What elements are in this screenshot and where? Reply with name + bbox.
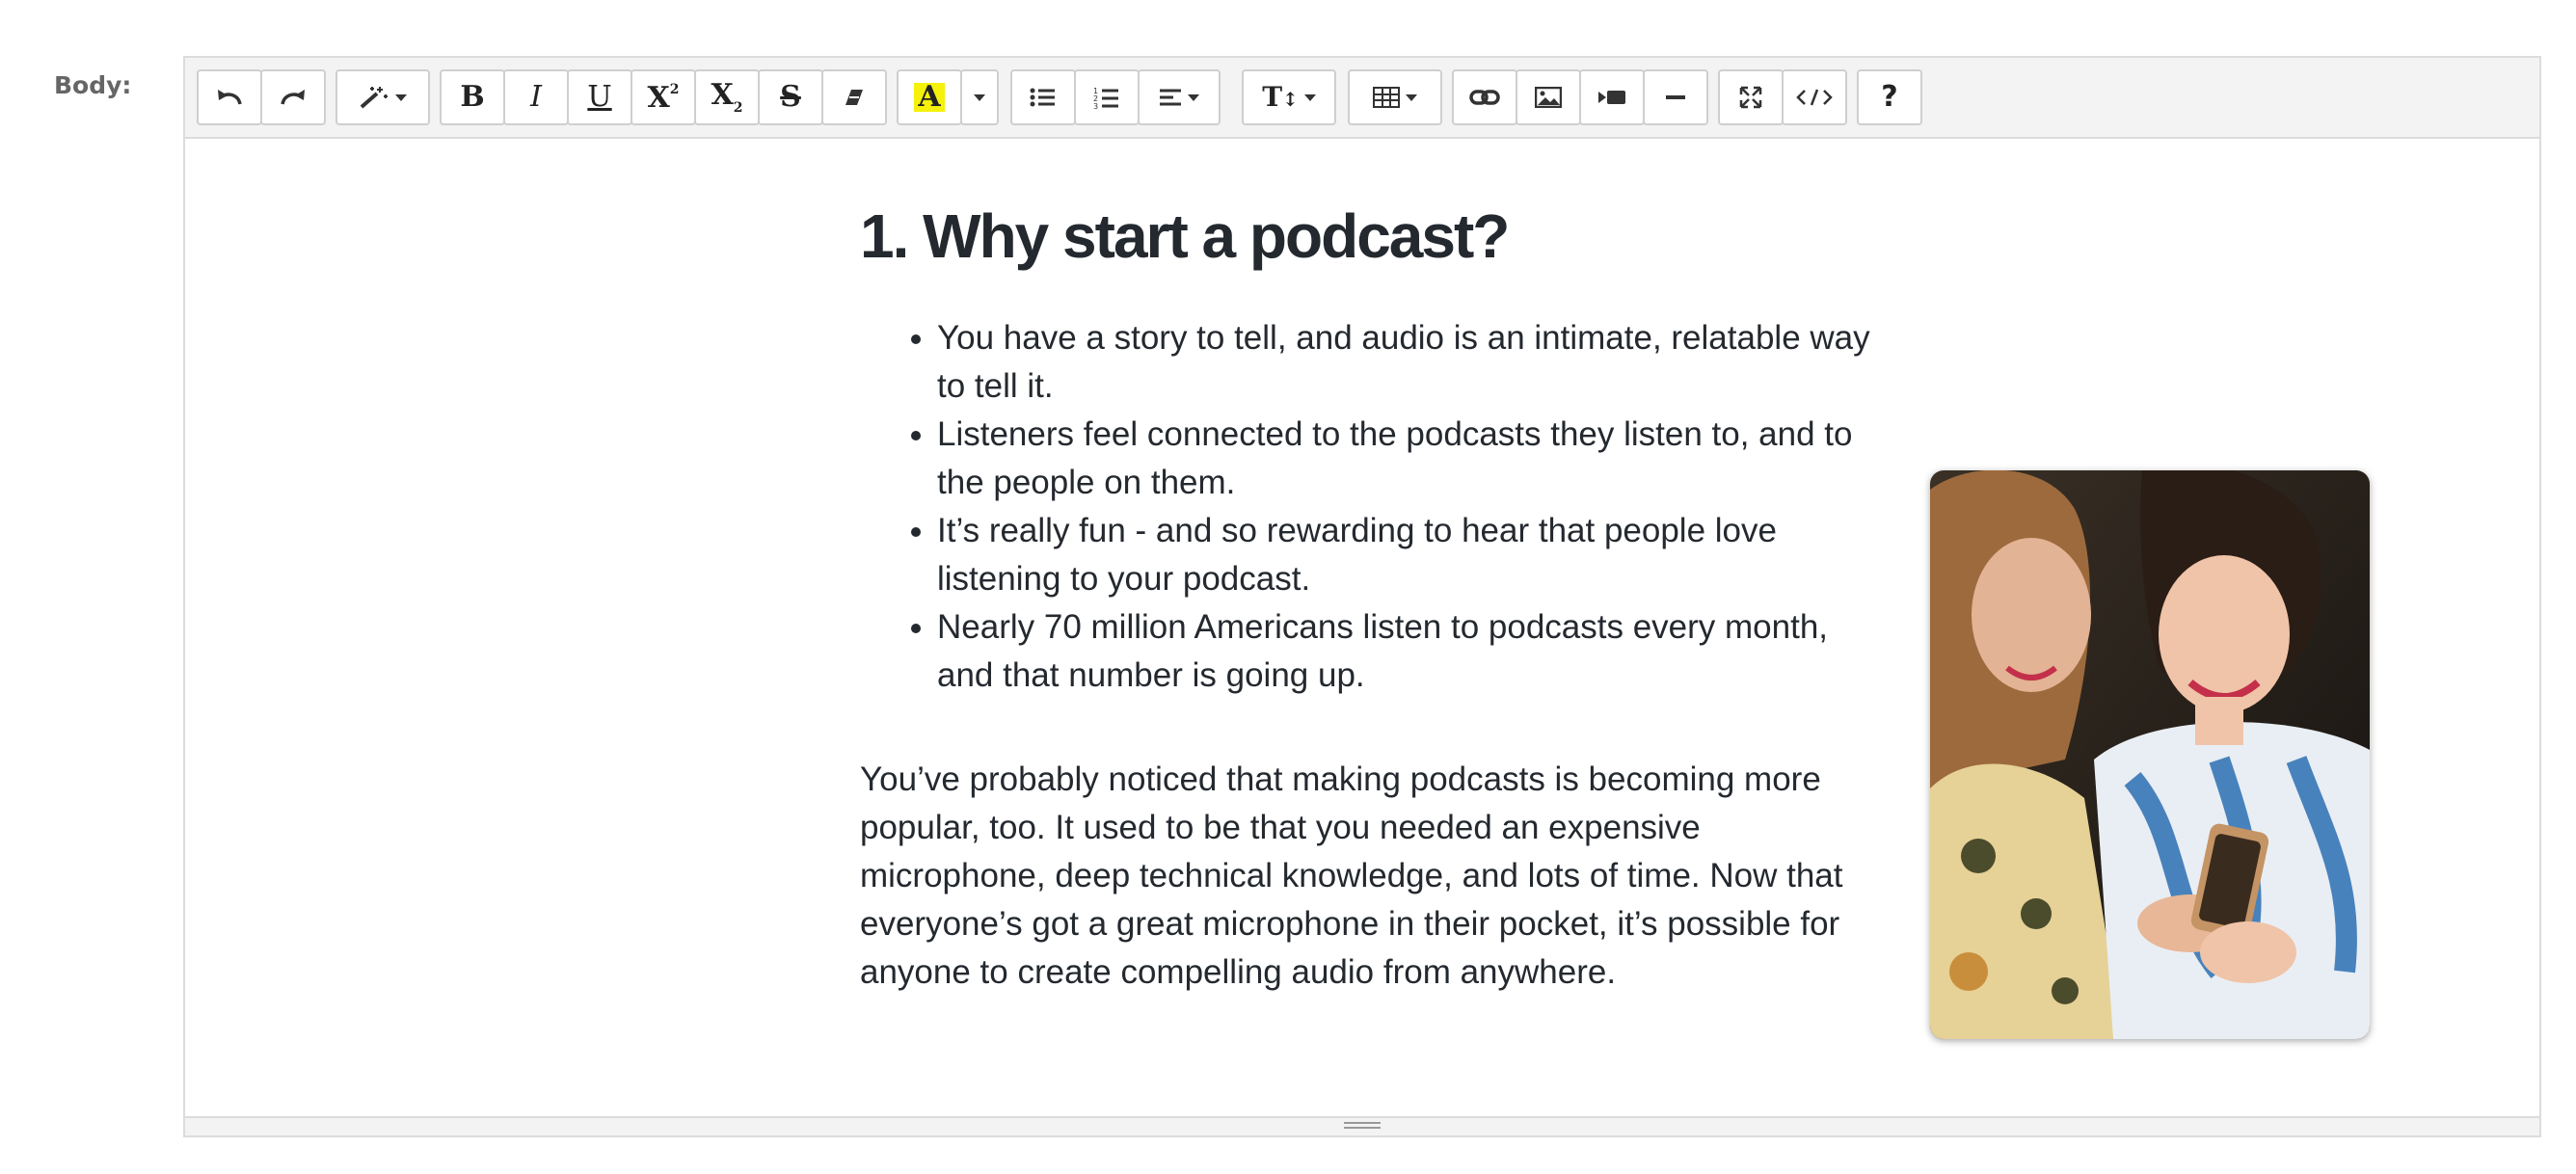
insert-image-button[interactable] [1516,69,1581,125]
horizontal-rule-icon [1666,95,1685,99]
code-view-button[interactable] [1782,69,1847,125]
numbered-list-button[interactable]: 1 2 3 [1074,69,1140,125]
list-item: You have a story to tell, and audio is a… [937,314,1882,411]
font-size-icon: T↕ [1262,81,1299,113]
insert-link-button[interactable] [1452,69,1517,125]
chevron-down-icon [1188,93,1199,101]
align-left-icon [1160,89,1181,106]
fullscreen-icon [1739,86,1762,109]
editor-content[interactable]: 1. Why start a podcast? You have a story… [860,202,1882,997]
underline-icon: U [587,80,612,114]
superscript-icon: X2 [647,80,680,115]
svg-text:3: 3 [1093,102,1098,109]
insert-video-button[interactable] [1579,69,1645,125]
bulleted-list-icon [1030,88,1055,107]
chevron-down-icon [1303,93,1316,101]
rich-text-editor[interactable]: B I U X2 X2 S A 1 2 3 T↕ ? 1. Why start … [183,56,2541,1137]
underline-button[interactable]: U [567,69,632,125]
clear-formatting-button[interactable] [821,69,887,125]
undo-button[interactable] [197,69,262,125]
video-icon [1598,91,1625,104]
undo-icon [218,90,242,105]
help-button[interactable]: ? [1857,69,1922,125]
chevron-down-icon [395,93,407,101]
redo-icon [281,90,305,105]
subscript-button[interactable]: X2 [694,69,760,125]
field-label: Body: [54,71,132,99]
list-item: Nearly 70 million Americans listen to po… [937,603,1882,700]
italic-icon: I [530,80,542,114]
superscript-button[interactable]: X2 [631,69,696,125]
font-size-dropdown-button[interactable]: T↕ [1242,69,1336,125]
table-icon [1373,87,1400,108]
link-icon [1469,90,1500,105]
fullscreen-button[interactable] [1718,69,1784,125]
bold-icon: B [460,80,485,114]
image-icon [1535,87,1562,108]
subscript-icon: X2 [711,77,743,116]
chevron-down-icon [974,93,985,101]
numbered-list-icon: 1 2 3 [1093,87,1118,109]
highlight-color-dropdown[interactable] [960,69,999,125]
highlight-color-button[interactable]: A [897,69,962,125]
style-dropdown-button[interactable] [335,69,430,125]
help-icon: ? [1881,80,1898,114]
body-paragraph: You’ve probably noticed that making podc… [860,760,1843,992]
editor-resize-handle[interactable] [185,1116,2539,1135]
code-icon [1796,89,1833,106]
two-women-with-phone-photo [1930,470,2370,1039]
editor-toolbar: B I U X2 X2 S A 1 2 3 T↕ ? [185,58,2539,139]
italic-button[interactable]: I [503,69,569,125]
bold-button[interactable]: B [440,69,505,125]
bulleted-list-button[interactable] [1010,69,1076,125]
strikethrough-button[interactable]: S [758,69,823,125]
horizontal-rule-button[interactable] [1643,69,1708,125]
align-dropdown-button[interactable] [1138,69,1221,125]
list-item: Listeners feel connected to the podcasts… [937,411,1882,507]
highlight-icon: A [914,83,945,112]
magic-wand-icon [360,87,388,109]
list-item: It’s really fun - and so rewarding to he… [937,507,1882,603]
table-dropdown-button[interactable] [1348,69,1442,125]
article-heading: 1. Why start a podcast? [860,201,1510,271]
redo-button[interactable] [260,69,326,125]
bulleted-list: You have a story to tell, and audio is a… [860,314,1882,700]
article-image[interactable] [1930,470,2370,1039]
eraser-icon [845,90,863,105]
strikethrough-icon: S [780,80,801,114]
chevron-down-icon [1406,93,1417,101]
grip-icon [1344,1122,1381,1132]
